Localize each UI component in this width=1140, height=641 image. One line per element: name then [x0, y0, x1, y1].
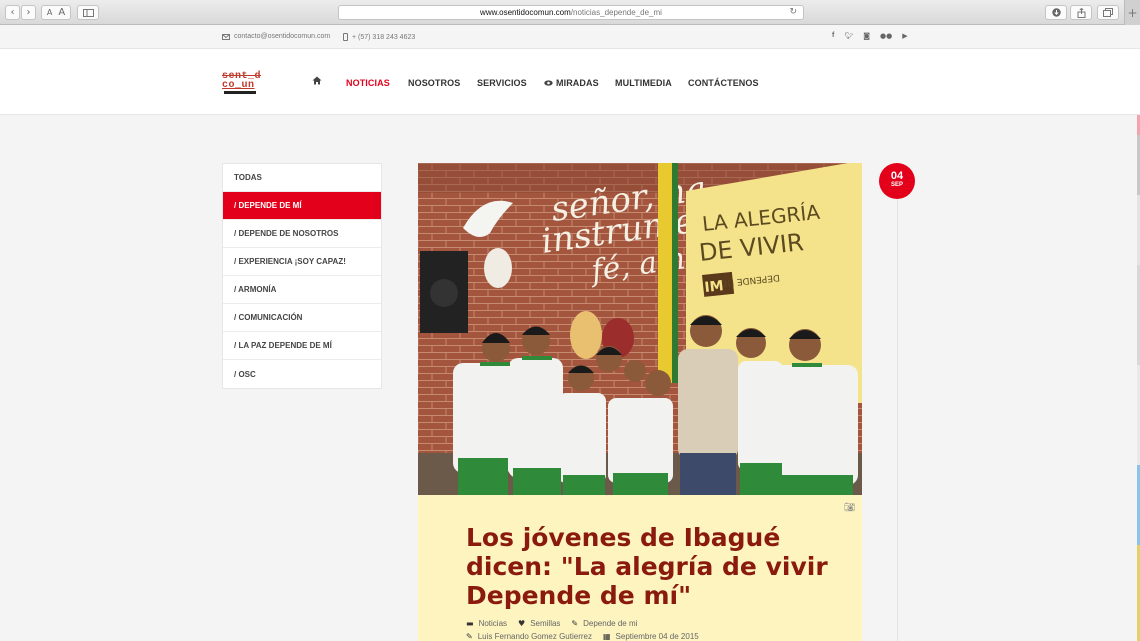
twitter-icon[interactable]: 🐦︎ — [844, 32, 853, 40]
reload-icon[interactable]: ↻ — [789, 7, 797, 17]
post-category[interactable]: Noticias — [479, 619, 507, 628]
sidebar-item-todas[interactable]: TODAS — [223, 164, 381, 192]
sidebar-icon — [82, 8, 94, 17]
browser-toolbar: ‹ › A A www.osentidocomun.com/noticias_d… — [0, 0, 1140, 25]
phone-text: + (57) 318 243 4623 — [352, 33, 416, 41]
post-author[interactable]: Luis Fernando Gomez Gutierrez — [478, 632, 592, 641]
tabs-icon — [1103, 8, 1113, 17]
phone-icon — [343, 33, 348, 41]
nav-noticias[interactable]: NOTICIAS — [346, 78, 390, 88]
plus-icon: + — [1127, 5, 1138, 20]
wrench-icon: ✎ — [571, 619, 579, 628]
chevron-left-icon: ‹ — [10, 7, 15, 18]
back-button[interactable]: ‹ — [5, 5, 20, 20]
flickr-icon[interactable]: ●● — [880, 32, 892, 40]
text-size-control[interactable]: A A — [41, 5, 71, 20]
nav-home[interactable] — [312, 76, 322, 87]
tabs-button[interactable] — [1097, 5, 1119, 20]
envelope-icon — [222, 33, 230, 40]
category-sidebar: TODAS / DEPENDE DE MÍ / DEPENDE DE NOSOT… — [222, 163, 382, 389]
heart-icon: ♥ — [518, 619, 526, 628]
nav-miradas[interactable]: MIRADAS — [544, 78, 599, 88]
contact-phone[interactable]: + (57) 318 243 4623 — [343, 33, 415, 41]
logo-line-2: co_un — [222, 80, 255, 91]
logo-bar — [224, 91, 256, 94]
sidebar-item-la-paz-depende-de-mi[interactable]: / LA PAZ DEPENDE DE MÍ — [223, 332, 381, 360]
url-domain: www.osentidocomun.com — [480, 8, 571, 17]
folder-icon: ▬ — [466, 619, 474, 628]
facebook-icon[interactable]: f — [832, 32, 834, 40]
post-tag[interactable]: Semillas — [530, 619, 560, 628]
font-increase-button[interactable]: A — [58, 7, 65, 18]
post-published-date: Septiembre 04 de 2015 — [615, 632, 699, 641]
sidebar-toggle-button[interactable] — [77, 5, 99, 20]
post-date-badge: 04 SEP — [879, 163, 915, 199]
email-text: contacto@osentidocomun.com — [234, 33, 331, 40]
site-logo[interactable]: sent_d co_un — [222, 71, 270, 94]
forward-button[interactable]: › — [21, 5, 36, 20]
nav-miradas-label: MIRADAS — [556, 78, 599, 88]
sidebar-item-depende-de-nosotros[interactable]: / DEPENDE DE NOSOTROS — [223, 220, 381, 248]
sidebar-item-comunicacion[interactable]: / COMUNICACIÓN — [223, 304, 381, 332]
post-title[interactable]: Los jóvenes de Ibagué dicen: "La alegría… — [466, 523, 836, 610]
download-icon — [1051, 8, 1061, 17]
social-links: f 🐦︎ ◙ ●● ▶ — [832, 32, 908, 40]
sidebar-item-experiencia-soy-capaz[interactable]: / EXPERIENCIA ¡SOY CAPAZ! — [223, 248, 381, 276]
date-month: SEP — [890, 182, 903, 188]
home-icon — [312, 76, 322, 85]
camera-icon[interactable]: 📷︎ — [844, 503, 855, 513]
new-tab-button[interactable]: + — [1124, 0, 1140, 25]
nav-nosotros[interactable]: NOSOTROS — [408, 78, 460, 88]
share-icon — [1077, 7, 1085, 18]
post-meta-categories: ▬ Noticias ♥ Semillas ✎ Depende de mi — [466, 619, 637, 628]
eye-icon — [544, 80, 553, 86]
youtube-icon[interactable]: ▶ — [902, 32, 907, 40]
sidebar-item-osc[interactable]: / OSC — [223, 360, 381, 388]
post-hero-image[interactable]: señor, ha instrume fé, amor LA ALEGRÍA D… — [418, 163, 862, 495]
instagram-icon[interactable]: ◙ — [863, 32, 870, 40]
post-meta-author: ✎ Luis Fernando Gomez Gutierrez ▦ Septie… — [466, 632, 699, 641]
address-bar[interactable]: www.osentidocomun.com/noticias_depende_d… — [338, 5, 804, 20]
sidebar-item-depende-de-mi[interactable]: / DEPENDE DE MÍ — [223, 192, 381, 220]
post-card: 📷︎ Los jóvenes de Ibagué dicen: "La aleg… — [418, 495, 862, 641]
date-day: 04 — [890, 170, 904, 182]
post-subcategory[interactable]: Depende de mi — [583, 619, 637, 628]
contact-bar: contacto@osentidocomun.com + (57) 318 24… — [0, 25, 1140, 49]
chevron-right-icon: › — [26, 7, 31, 18]
contact-email[interactable]: contacto@osentidocomun.com — [222, 33, 330, 40]
site-header: sent_d co_un NOTICIAS NOSOTROS SERVICIOS… — [0, 49, 1140, 115]
nav-contactenos[interactable]: CONTÁCTENOS — [688, 78, 759, 88]
font-decrease-button[interactable]: A — [47, 8, 52, 17]
nav-servicios[interactable]: SERVICIOS — [477, 78, 527, 88]
url-path: /noticias_depende_de_mi — [570, 8, 662, 17]
sidebar-item-armonia[interactable]: / ARMONÍA — [223, 276, 381, 304]
calendar-icon: ▦ — [602, 632, 611, 641]
group-photo: señor, ha instrume fé, amor LA ALEGRÍA D… — [418, 163, 862, 495]
downloads-button[interactable] — [1045, 5, 1067, 20]
pencil-icon: ✎ — [466, 632, 473, 641]
nav-multimedia[interactable]: MULTIMEDIA — [615, 78, 672, 88]
timeline-line — [897, 199, 898, 641]
share-button[interactable] — [1070, 5, 1092, 20]
